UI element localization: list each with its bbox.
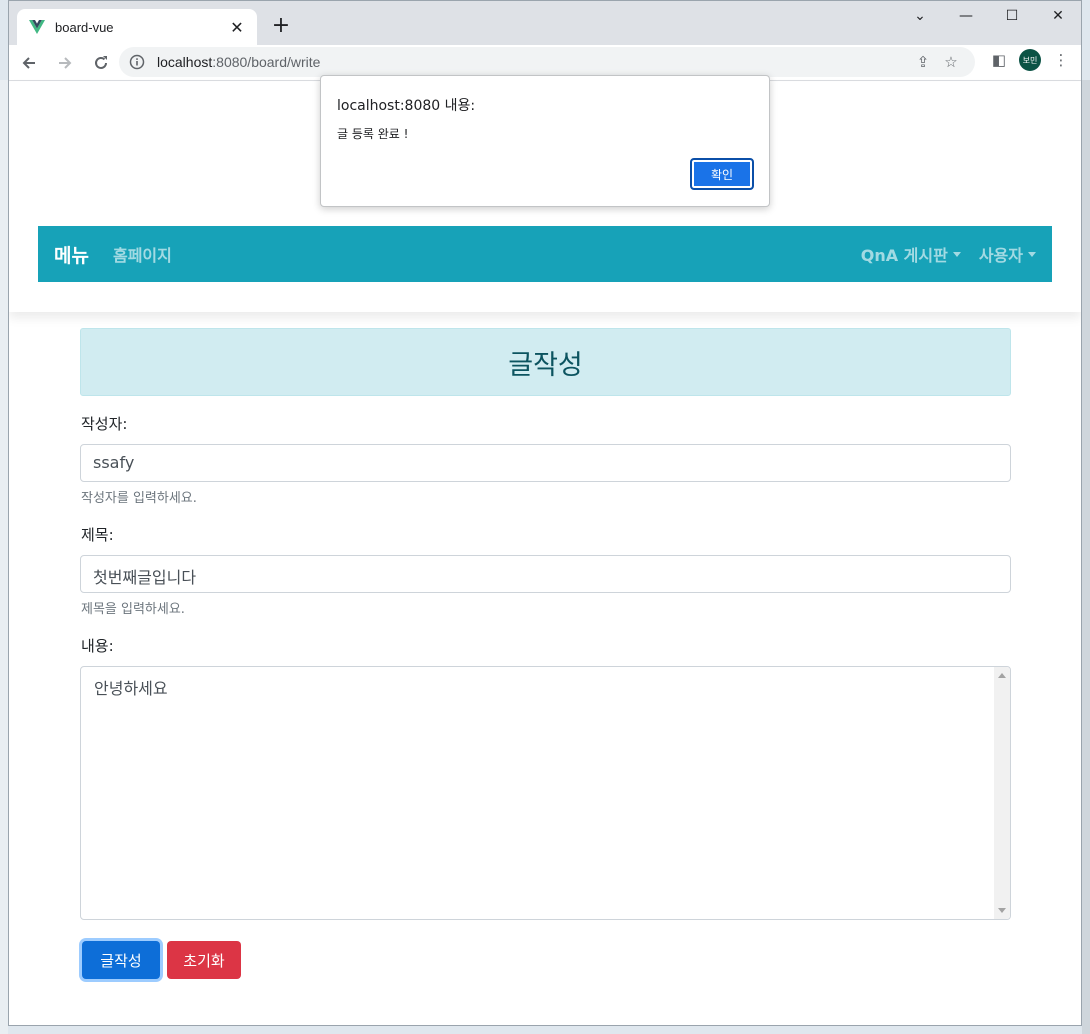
- desktop-background-right: [1082, 80, 1090, 1034]
- content-textarea[interactable]: 안녕하세요: [80, 666, 1011, 920]
- window-controls: ⌄ — ☐ ✕: [897, 1, 1081, 33]
- vue-logo-icon: [29, 20, 45, 34]
- navbar: 메뉴 홈페이지 QnA 게시판 사용자: [38, 226, 1052, 282]
- page-title: 글작성: [508, 349, 583, 381]
- back-arrow-icon[interactable]: [13, 47, 45, 79]
- url-path: :8080/board/write: [212, 54, 321, 70]
- scroll-up-icon[interactable]: [998, 673, 1006, 678]
- caret-down-icon: [952, 251, 961, 257]
- new-tab-button[interactable]: +: [267, 13, 295, 41]
- content-text: 안녕하세요: [94, 679, 168, 698]
- minimize-icon[interactable]: —: [943, 1, 989, 31]
- forward-arrow-icon[interactable]: [49, 47, 81, 79]
- content-label: 내용:: [81, 637, 114, 655]
- textarea-scrollbar[interactable]: [994, 667, 1010, 919]
- navbar-brand[interactable]: 메뉴: [54, 241, 89, 268]
- nav-dropdown-user-label: 사용자: [978, 246, 1023, 265]
- nav-dropdown-user[interactable]: 사용자: [979, 242, 1036, 266]
- alert-dialog: localhost:8080 내용: 글 등록 완료 ! 확인: [320, 75, 770, 207]
- dialog-title: localhost:8080 내용:: [337, 98, 476, 114]
- tab-strip: board-vue ✕ + ⌄ — ☐ ✕: [9, 1, 1081, 45]
- tab-close-icon[interactable]: ✕: [227, 18, 247, 37]
- writer-hint: 작성자를 입력하세요.: [81, 491, 197, 506]
- subject-hint: 제목을 입력하세요.: [81, 602, 185, 617]
- maximize-icon[interactable]: ☐: [989, 1, 1035, 31]
- bookmark-star-icon[interactable]: ☆: [937, 53, 965, 71]
- tab-search-icon[interactable]: ⌄: [897, 1, 943, 31]
- caret-down-icon: [1028, 251, 1036, 257]
- dialog-ok-button[interactable]: 확인: [690, 158, 754, 190]
- page-content: 메뉴 홈페이지 QnA 게시판 사용자 글작성 작성자: ssafy 작성자를 …: [9, 82, 1081, 1025]
- side-panel-icon[interactable]: ◧: [987, 51, 1011, 69]
- profile-avatar[interactable]: 보민: [1019, 49, 1041, 71]
- tab-title: board-vue: [55, 19, 114, 35]
- desktop-background-left: [0, 80, 8, 1034]
- toolbar-right: ◧ 보민 ⋮: [987, 49, 1073, 71]
- nav-dropdown-qna-label: QnA 게시판: [860, 246, 948, 265]
- url-host: localhost: [157, 54, 213, 70]
- writer-label: 작성자:: [81, 415, 128, 433]
- close-window-icon[interactable]: ✕: [1035, 1, 1081, 31]
- reload-icon[interactable]: [85, 47, 117, 79]
- subject-input[interactable]: 첫번째글입니다: [80, 555, 1011, 593]
- scroll-down-icon[interactable]: [998, 908, 1006, 913]
- nav-dropdown-qna[interactable]: QnA 게시판: [861, 242, 961, 266]
- reset-button[interactable]: 초기화: [167, 941, 241, 979]
- nav-right: QnA 게시판 사용자: [861, 242, 1036, 266]
- share-icon[interactable]: ⇪: [909, 53, 937, 71]
- address-bar[interactable]: localhost:8080/board/write ⇪ ☆: [119, 47, 975, 77]
- site-info-icon[interactable]: [129, 54, 145, 70]
- nav-link-home[interactable]: 홈페이지: [113, 242, 172, 266]
- dialog-message: 글 등록 완료 !: [337, 127, 409, 141]
- subject-label: 제목:: [81, 526, 114, 544]
- page-title-box: 글작성: [80, 328, 1011, 396]
- tab-board-vue[interactable]: board-vue ✕: [17, 9, 257, 45]
- more-menu-icon[interactable]: ⋮: [1049, 51, 1073, 69]
- url-text[interactable]: localhost:8080/board/write: [157, 54, 909, 70]
- writer-input[interactable]: ssafy: [80, 444, 1011, 482]
- submit-button[interactable]: 글작성: [82, 941, 160, 979]
